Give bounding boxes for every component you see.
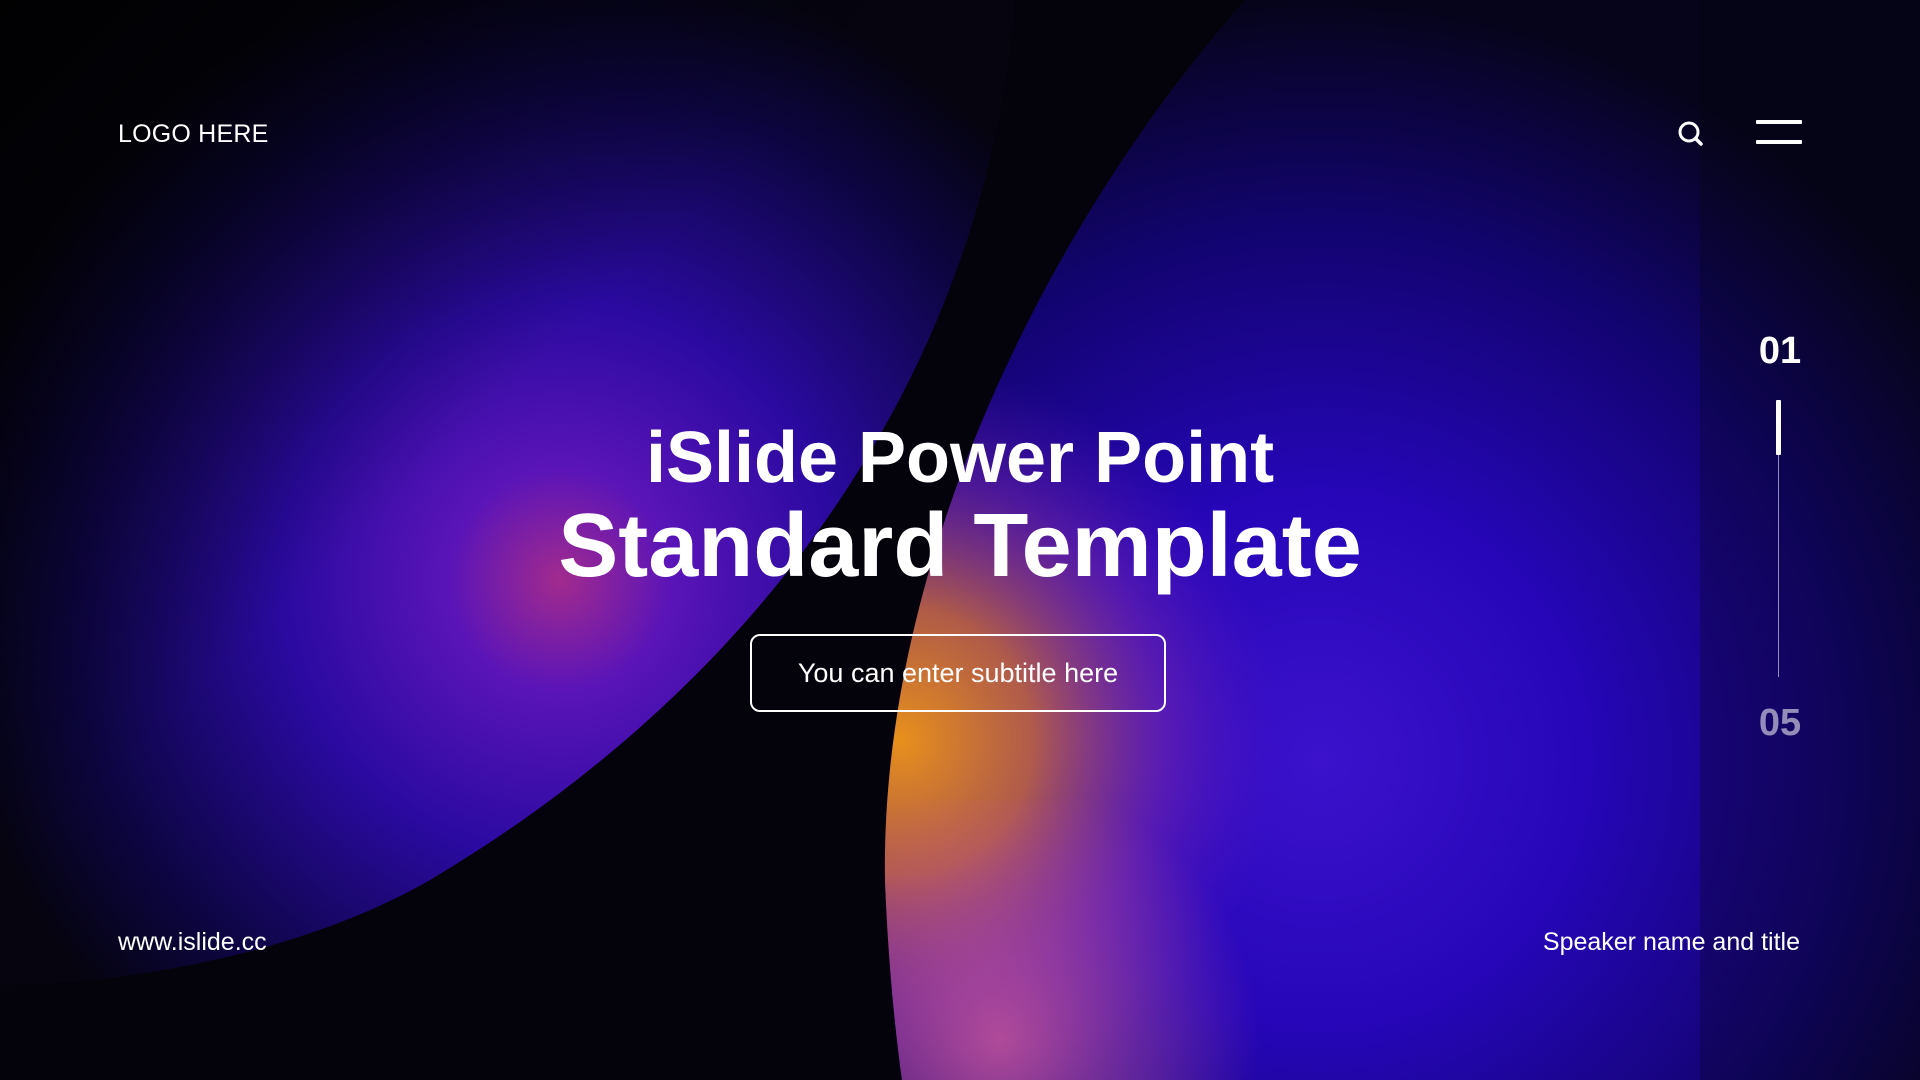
speaker-name: Speaker name and title (1542, 928, 1800, 956)
title-line-1: iSlide Power Point (645, 418, 1275, 498)
menu-bar-top (1756, 120, 1802, 124)
page-total-number: 05 (1758, 702, 1802, 744)
slide: LOGO HERE iSlide Power Point Standard Te… (0, 0, 1920, 1080)
title-line-2: Standard Template (558, 496, 1362, 596)
subtitle-box[interactable]: You can enter subtitle here (750, 634, 1166, 712)
search-icon[interactable] (1674, 117, 1710, 153)
page-current-number: 01 (1758, 330, 1802, 372)
logo[interactable]: LOGO HERE (118, 120, 268, 149)
page-progress-thumb[interactable] (1776, 400, 1781, 455)
menu-bar-bottom (1756, 140, 1802, 144)
subtitle-text: You can enter subtitle here (797, 657, 1119, 688)
website-link[interactable]: www.islide.cc (118, 928, 267, 957)
hamburger-menu-icon[interactable] (1756, 118, 1802, 148)
